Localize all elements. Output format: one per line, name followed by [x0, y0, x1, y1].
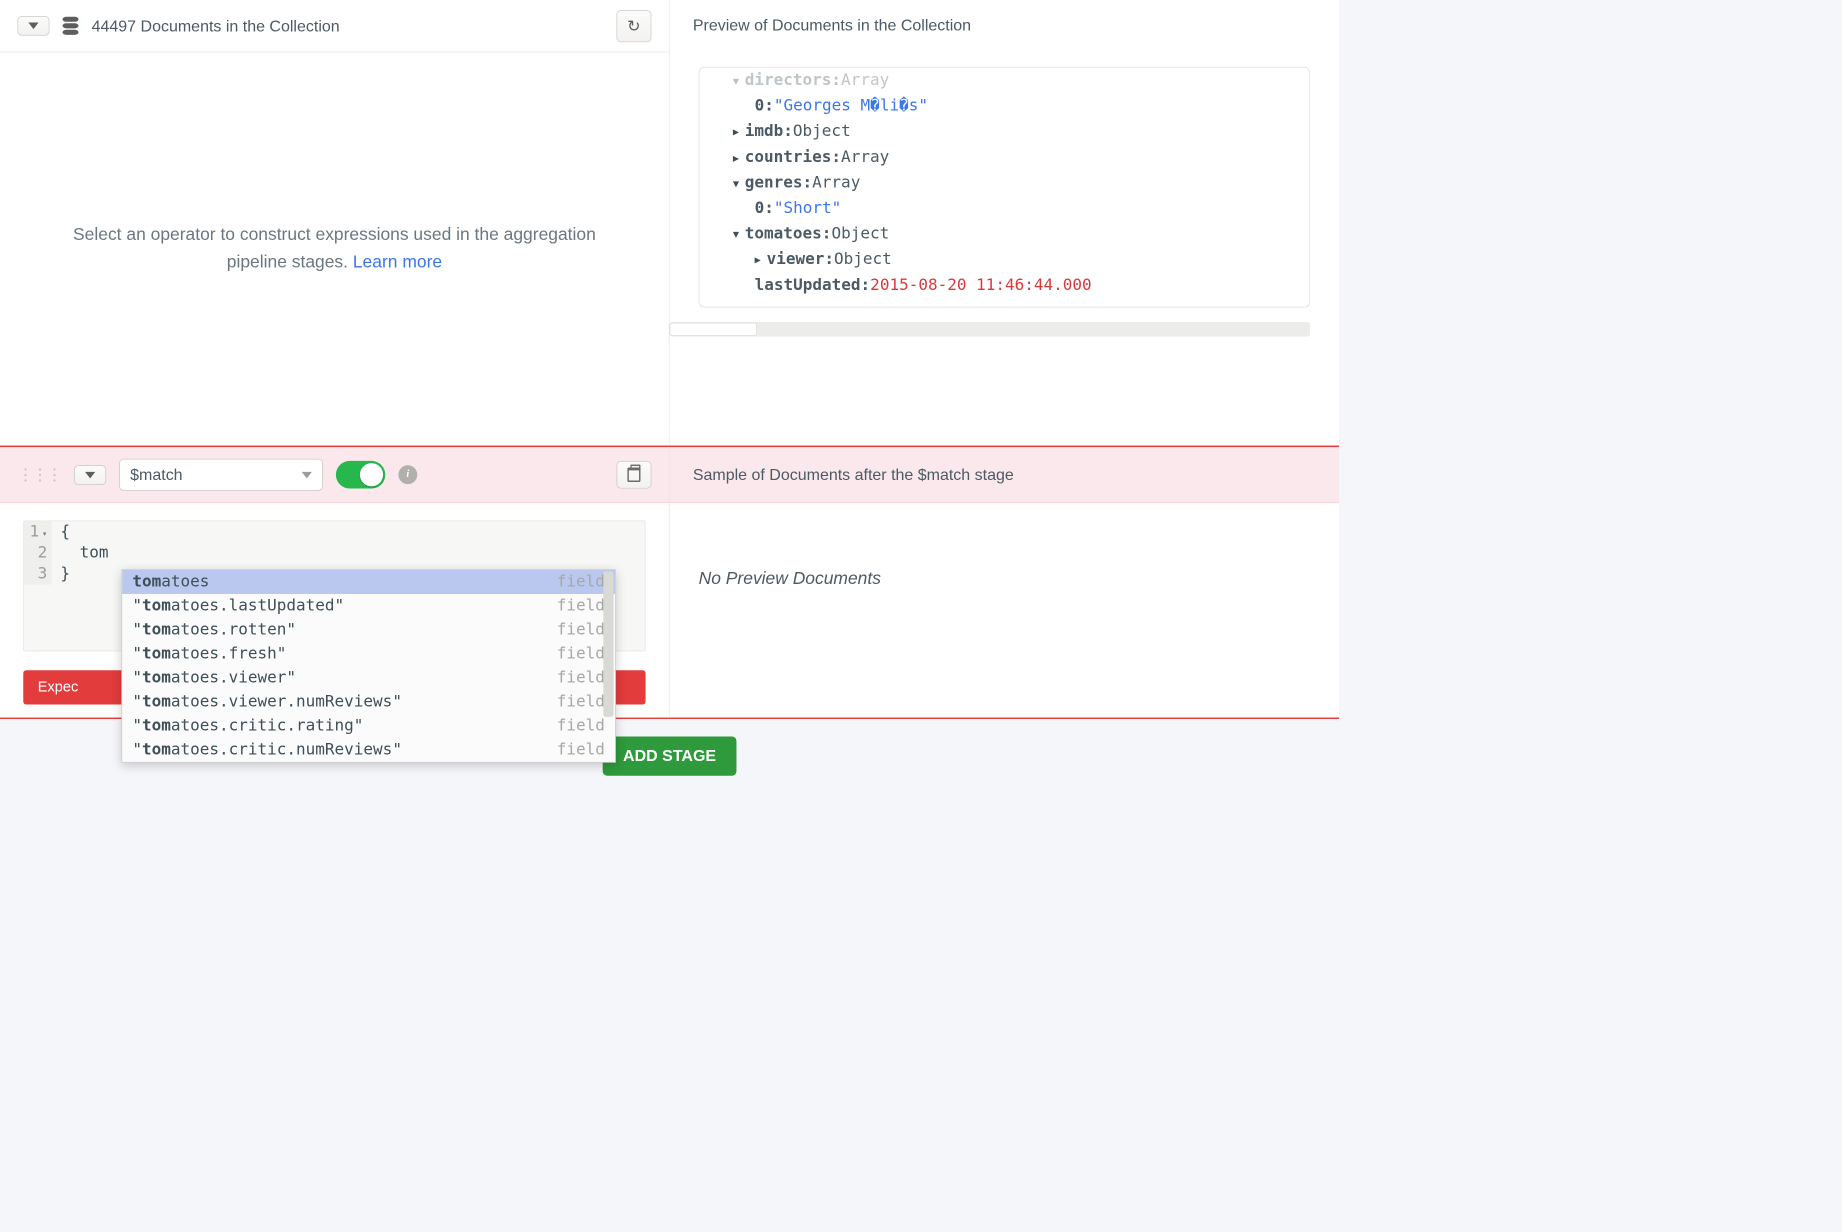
- preview-field-row[interactable]: directors:Array: [711, 68, 1298, 94]
- autocomplete-item[interactable]: "tomatoes.critic.numReviews"field: [122, 738, 615, 762]
- autocomplete-item[interactable]: "tomatoes.lastUpdated"field: [122, 594, 615, 618]
- operator-advice: Select an operator to construct expressi…: [58, 221, 611, 277]
- stage-collapse-toggle[interactable]: [74, 465, 106, 485]
- preview-field-row[interactable]: imdb:Object: [711, 119, 1298, 145]
- preview-field-row[interactable]: 0:"Georges M�li�s": [711, 93, 1298, 119]
- preview-field-row[interactable]: viewer:Object: [711, 247, 1298, 273]
- refresh-button[interactable]: ↻: [616, 10, 651, 42]
- preview-title: Preview of Documents in the Collection: [670, 0, 1340, 35]
- database-icon: [63, 17, 79, 35]
- delete-stage-button[interactable]: [616, 461, 651, 489]
- chevron-down-icon: [28, 23, 38, 30]
- autocomplete-scrollbar[interactable]: [603, 571, 613, 716]
- autocomplete-item[interactable]: "tomatoes.viewer"field: [122, 666, 615, 690]
- document-preview-card: directors:Array0:"Georges M�li�s"imdb:Ob…: [699, 67, 1310, 307]
- preview-field-row[interactable]: tomatoes:Object: [711, 221, 1298, 247]
- preview-horizontal-scrollbar[interactable]: [670, 322, 1310, 337]
- add-stage-button[interactable]: ADD STAGE: [603, 736, 737, 775]
- collection-title: 44497 Documents in the Collection: [92, 16, 603, 35]
- preview-field-row[interactable]: lastUpdated:2015-08-20 11:46:44.000: [711, 272, 1298, 298]
- chevron-down-icon: [302, 471, 312, 478]
- autocomplete-item[interactable]: "tomatoes.critic.rating"field: [122, 714, 615, 738]
- learn-more-link[interactable]: Learn more: [353, 252, 442, 272]
- autocomplete-item[interactable]: tomatoesfield: [122, 570, 615, 594]
- preview-field-row[interactable]: genres:Array: [711, 170, 1298, 196]
- scrollbar-thumb[interactable]: [670, 323, 757, 336]
- drag-handle-icon[interactable]: ⋮⋮⋮: [17, 465, 61, 484]
- preview-field-row[interactable]: countries:Array: [711, 144, 1298, 170]
- chevron-down-icon: [85, 471, 95, 478]
- collapse-toggle[interactable]: [17, 16, 49, 36]
- stage-preview-title: Sample of Documents after the $match sta…: [693, 465, 1014, 484]
- stage-editor[interactable]: 1▾{ 2 tom 3} tomatoesfield"tomatoes.last…: [23, 521, 645, 652]
- autocomplete-item[interactable]: "tomatoes.fresh"field: [122, 642, 615, 666]
- no-preview-message: No Preview Documents: [699, 569, 881, 589]
- autocomplete-popup: tomatoesfield"tomatoes.lastUpdated"field…: [121, 569, 615, 762]
- stage-operator-value: $match: [130, 465, 182, 484]
- refresh-icon: ↻: [627, 16, 640, 35]
- stage-operator-select[interactable]: $match: [119, 459, 323, 491]
- stage-enable-toggle[interactable]: [336, 461, 385, 489]
- info-icon[interactable]: i: [398, 465, 417, 484]
- left-header: 44497 Documents in the Collection ↻: [0, 0, 669, 52]
- trash-icon: [627, 467, 640, 482]
- autocomplete-item[interactable]: "tomatoes.rotten"field: [122, 618, 615, 642]
- preview-field-row[interactable]: 0:"Short": [711, 196, 1298, 222]
- autocomplete-item[interactable]: "tomatoes.viewer.numReviews"field: [122, 690, 615, 714]
